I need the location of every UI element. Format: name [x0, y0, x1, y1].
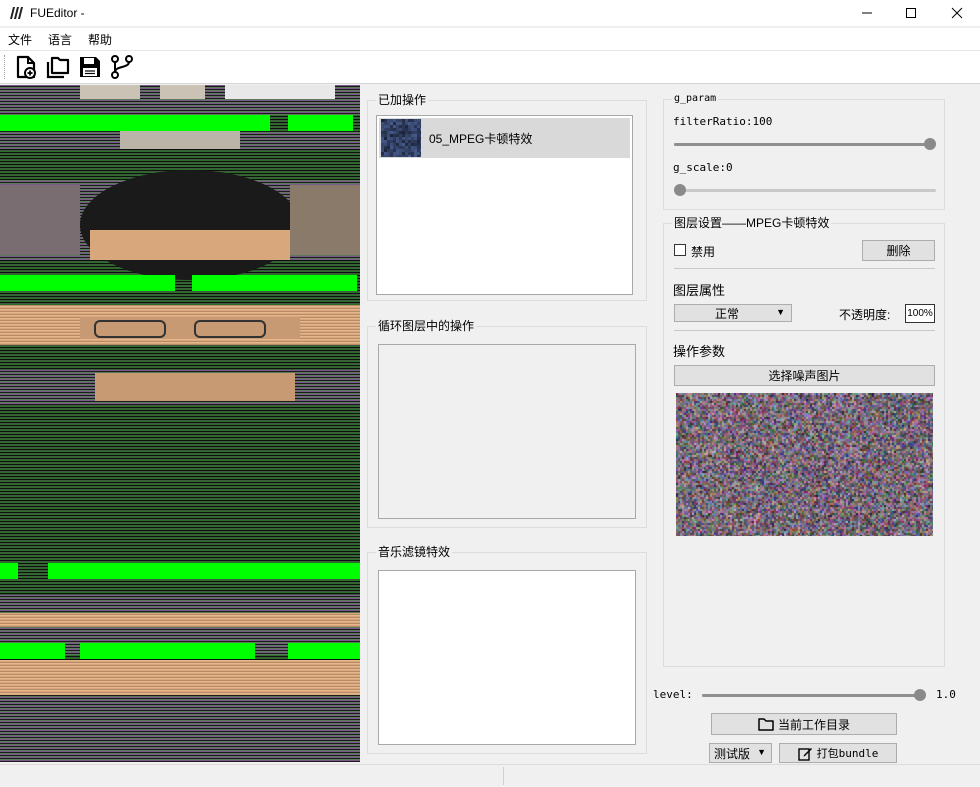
save-button[interactable]: [75, 52, 105, 82]
app-logo-icon: [8, 5, 24, 21]
blend-mode-value: 正常: [715, 306, 740, 321]
layer-settings-group: 图层设置——MPEG卡顿特效 禁用 删除 图层属性 正常 ▼ 不透明度: 100…: [663, 216, 945, 667]
divider: [674, 268, 935, 269]
level-value: 1.0: [936, 688, 956, 701]
g-param-title: g_param: [672, 92, 719, 106]
folder-icon: [758, 718, 774, 731]
new-file-icon: [16, 55, 36, 79]
disable-checkbox[interactable]: [674, 244, 686, 256]
music-filter-title: 音乐滤镜特效: [376, 545, 453, 559]
delete-button[interactable]: 删除: [862, 240, 935, 261]
divider: [674, 330, 935, 331]
save-icon: [80, 57, 100, 77]
maximize-button[interactable]: [888, 0, 934, 26]
maximize-icon: [906, 8, 916, 18]
op-params-title: 操作参数: [673, 344, 726, 359]
disable-label: 禁用: [691, 245, 716, 259]
level-slider[interactable]: [702, 689, 926, 701]
opacity-input[interactable]: 100%: [905, 304, 935, 323]
minimize-icon: [862, 12, 872, 14]
g-param-group: g_param filterRatio:100 g_scale:0: [663, 92, 945, 210]
status-bar: [0, 764, 980, 787]
new-file-button[interactable]: [11, 52, 41, 82]
toolbar-grip[interactable]: [4, 55, 7, 79]
edit-icon: [797, 747, 812, 761]
filter-ratio-fill: [674, 143, 930, 146]
level-fill: [702, 694, 920, 697]
menu-language[interactable]: 语言: [40, 31, 80, 48]
status-divider: [503, 767, 504, 785]
music-filter-group: 音乐滤镜特效: [367, 545, 647, 754]
loop-layer-ops-list[interactable]: [378, 344, 636, 519]
music-filter-list[interactable]: [378, 570, 636, 745]
added-ops-title: 已加操作: [376, 93, 429, 107]
g-scale-label: g_scale:0: [673, 161, 733, 174]
level-label: level:: [653, 688, 693, 701]
version-value: 测试版: [714, 746, 751, 761]
menu-bar: 文件 语言 帮助: [0, 28, 980, 50]
blend-mode-select[interactable]: 正常 ▼: [674, 304, 792, 322]
minimize-button[interactable]: [844, 0, 890, 26]
layer-settings-title: 图层设置——MPEG卡顿特效: [672, 216, 832, 230]
close-icon: [951, 7, 963, 19]
filter-ratio-slider[interactable]: [674, 138, 936, 150]
g-scale-slider[interactable]: [674, 184, 936, 196]
filter-ratio-handle[interactable]: [924, 138, 936, 150]
preview-image: [0, 85, 360, 762]
branch-icon: [111, 55, 133, 79]
list-item[interactable]: 05_MPEG卡顿特效: [379, 118, 630, 158]
branch-button[interactable]: [107, 52, 137, 82]
version-select[interactable]: 测试版 ▼: [709, 743, 772, 763]
pack-bundle-label: 打包bundle: [816, 747, 879, 760]
level-handle[interactable]: [914, 689, 926, 701]
filter-ratio-label: filterRatio:100: [673, 115, 773, 128]
pack-bundle-button[interactable]: 打包bundle: [779, 743, 897, 763]
menu-help[interactable]: 帮助: [80, 31, 120, 48]
loop-layer-ops-title: 循环图层中的操作: [376, 319, 477, 333]
select-noise-button[interactable]: 选择噪声图片: [674, 365, 935, 386]
workdir-button[interactable]: 当前工作目录: [711, 713, 897, 735]
menu-file[interactable]: 文件: [0, 31, 40, 48]
loop-layer-ops-group: 循环图层中的操作: [367, 319, 647, 528]
title-bar: FUEditor -: [0, 0, 980, 26]
added-ops-list[interactable]: 05_MPEG卡顿特效: [376, 115, 633, 295]
layer-props-title: 图层属性: [673, 283, 726, 298]
g-scale-handle[interactable]: [674, 184, 686, 196]
noise-image: [676, 393, 933, 536]
added-ops-group: 已加操作 05_MPEG卡顿特效: [367, 93, 647, 301]
chevron-down-icon: ▼: [776, 307, 785, 317]
window-title: FUEditor -: [30, 6, 85, 20]
open-files-icon: [46, 56, 70, 79]
toolbar: [0, 50, 980, 84]
open-files-button[interactable]: [43, 52, 73, 82]
close-button[interactable]: [934, 0, 980, 26]
op-thumbnail: [381, 119, 423, 158]
opacity-label: 不透明度:: [839, 308, 891, 322]
chevron-down-icon: ▼: [757, 747, 766, 757]
workdir-label: 当前工作目录: [777, 717, 850, 732]
list-item-label: 05_MPEG卡顿特效: [429, 131, 533, 146]
